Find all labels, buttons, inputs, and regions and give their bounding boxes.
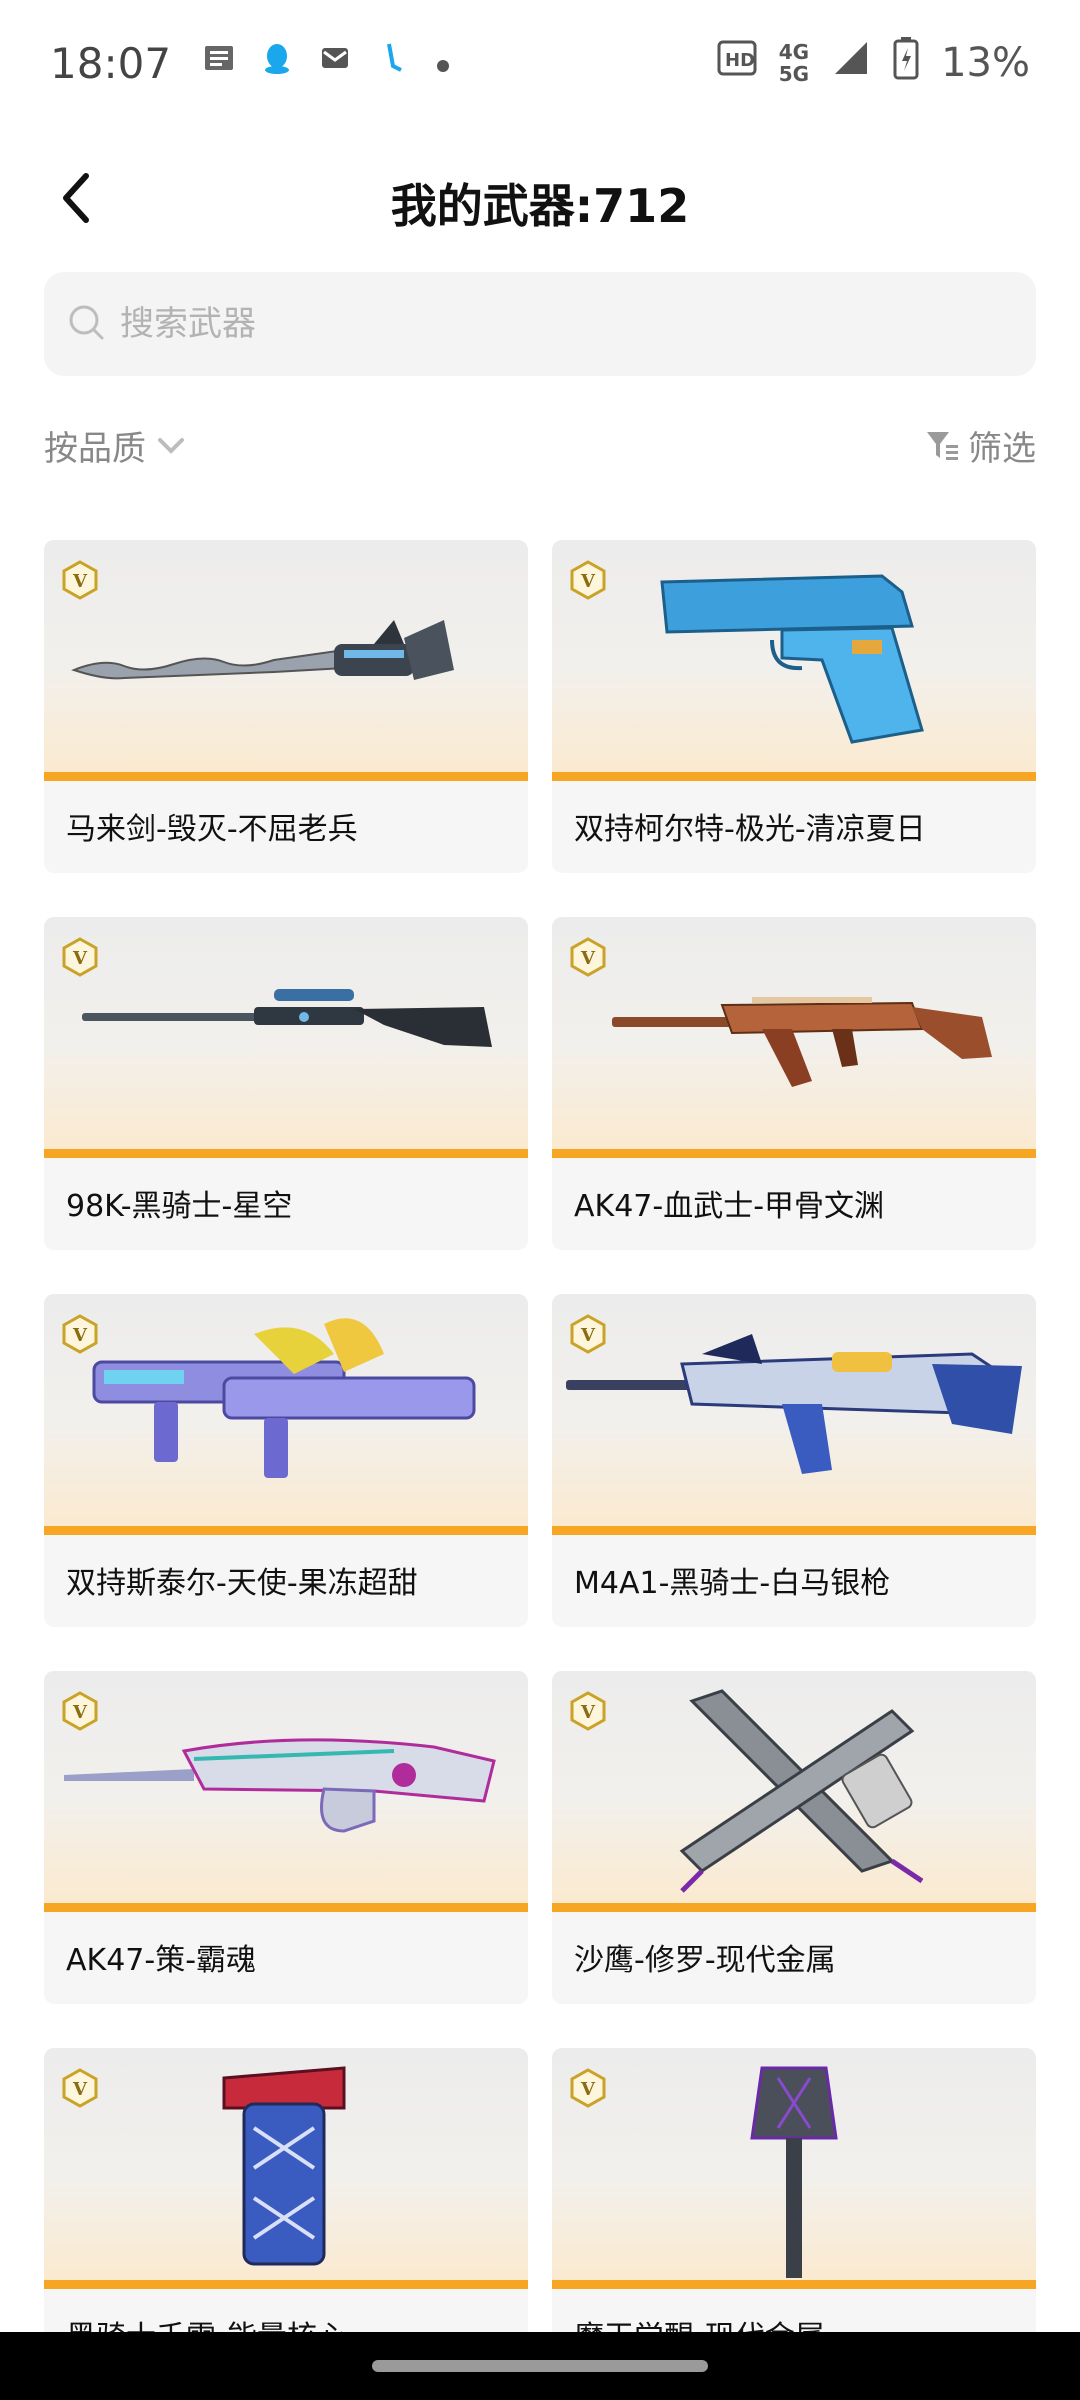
weapon-image: V xyxy=(44,1671,528,1912)
sniper-rifle-icon xyxy=(82,989,492,1047)
assault-rifle-icon xyxy=(566,1334,1022,1474)
page-title: 我的武器:712 xyxy=(390,179,690,233)
weapon-image: V xyxy=(552,540,1036,781)
network-top-label: 4G xyxy=(778,40,810,64)
network-type: 4G 5G xyxy=(779,41,809,85)
chevron-down-icon xyxy=(158,438,184,454)
page-header: 我的武器:712 xyxy=(0,150,1080,250)
mail-icon xyxy=(317,40,353,86)
filter-icon xyxy=(927,432,958,460)
search-bar[interactable] xyxy=(44,272,1036,376)
weapon-image: V xyxy=(552,1671,1036,1912)
search-icon xyxy=(66,302,106,346)
hammer-icon xyxy=(750,2066,838,2278)
home-gesture-handle[interactable] xyxy=(372,2360,708,2372)
filter-button[interactable]: 筛选 xyxy=(924,421,1036,470)
weapon-card[interactable]: V 马来剑-毁灭-不屈老兵 xyxy=(44,540,528,873)
weapon-image: V xyxy=(552,1294,1036,1535)
app-icon xyxy=(375,40,411,86)
assault-rifle-icon xyxy=(612,997,992,1087)
hd-icon: HD xyxy=(717,38,757,88)
weapon-name: AK47-策-霸魂 xyxy=(66,1943,257,1978)
weapon-grid: V 马来剑-毁灭-不屈老兵 V 双持柯尔特-极光-清凉夏日 V 98K-黑骑士-… xyxy=(44,540,1036,2381)
battery-icon xyxy=(893,36,919,90)
weapon-name: 双持柯尔特-极光-清凉夏日 xyxy=(574,812,926,847)
weapon-name: M4A1-黑骑士-白马银枪 xyxy=(574,1566,891,1601)
signal-icon xyxy=(831,38,871,88)
qq-penguin-icon xyxy=(259,40,295,86)
search-input[interactable] xyxy=(118,303,1022,345)
weapon-image: V xyxy=(552,2048,1036,2289)
navigation-bar xyxy=(0,2332,1080,2400)
weapon-image: V xyxy=(552,917,1036,1158)
weapon-card[interactable]: V 双持柯尔特-极光-清凉夏日 xyxy=(552,540,1036,873)
weapon-image: V xyxy=(44,2048,528,2289)
sword-icon xyxy=(71,620,454,680)
smg-icon xyxy=(92,1318,476,1478)
status-time: 18:07 xyxy=(50,38,172,88)
weapon-name: 马来剑-毁灭-不屈老兵 xyxy=(66,812,358,847)
crossed-pistols-icon xyxy=(679,1689,924,1893)
weapon-card[interactable]: V 98K-黑骑士-星空 xyxy=(44,917,528,1250)
sort-label: 按品质 xyxy=(44,428,146,469)
weapon-image: V xyxy=(44,917,528,1158)
weapon-name: 沙鹰-修罗-现代金属 xyxy=(574,1943,836,1978)
weapon-card[interactable]: V M4A1-黑骑士-白马银枪 xyxy=(552,1294,1036,1627)
status-bar: 18:07 HD 4G 5G 13% xyxy=(0,0,1080,126)
pistol-icon xyxy=(660,574,924,744)
network-bottom-label: 5G xyxy=(778,62,810,86)
weapon-card[interactable]: V 沙鹰-修罗-现代金属 xyxy=(552,1671,1036,2004)
weapon-name: 双持斯泰尔-天使-果冻超甜 xyxy=(66,1566,418,1601)
weapon-name: 98K-黑骑士-星空 xyxy=(66,1189,293,1224)
sort-quality-button[interactable]: 按品质 xyxy=(44,421,188,470)
dot-icon xyxy=(433,40,453,86)
weapon-name: AK47-血武士-甲骨文渊 xyxy=(574,1189,885,1224)
weapon-image: V xyxy=(44,540,528,781)
weapon-card[interactable]: V 双持斯泰尔-天使-果冻超甜 xyxy=(44,1294,528,1627)
filter-row: 按品质 筛选 xyxy=(44,410,1036,480)
weapon-card[interactable]: V AK47-血武士-甲骨文渊 xyxy=(552,917,1036,1250)
weapon-image: V xyxy=(44,1294,528,1535)
news-icon xyxy=(201,40,237,86)
assault-rifle-icon xyxy=(64,1738,496,1833)
filter-label: 筛选 xyxy=(968,428,1036,469)
battery-percent: 13% xyxy=(941,40,1030,86)
grenade-icon xyxy=(222,2066,346,2266)
weapon-card[interactable]: V AK47-策-霸魂 xyxy=(44,1671,528,2004)
svg-text:HD: HD xyxy=(725,50,755,71)
